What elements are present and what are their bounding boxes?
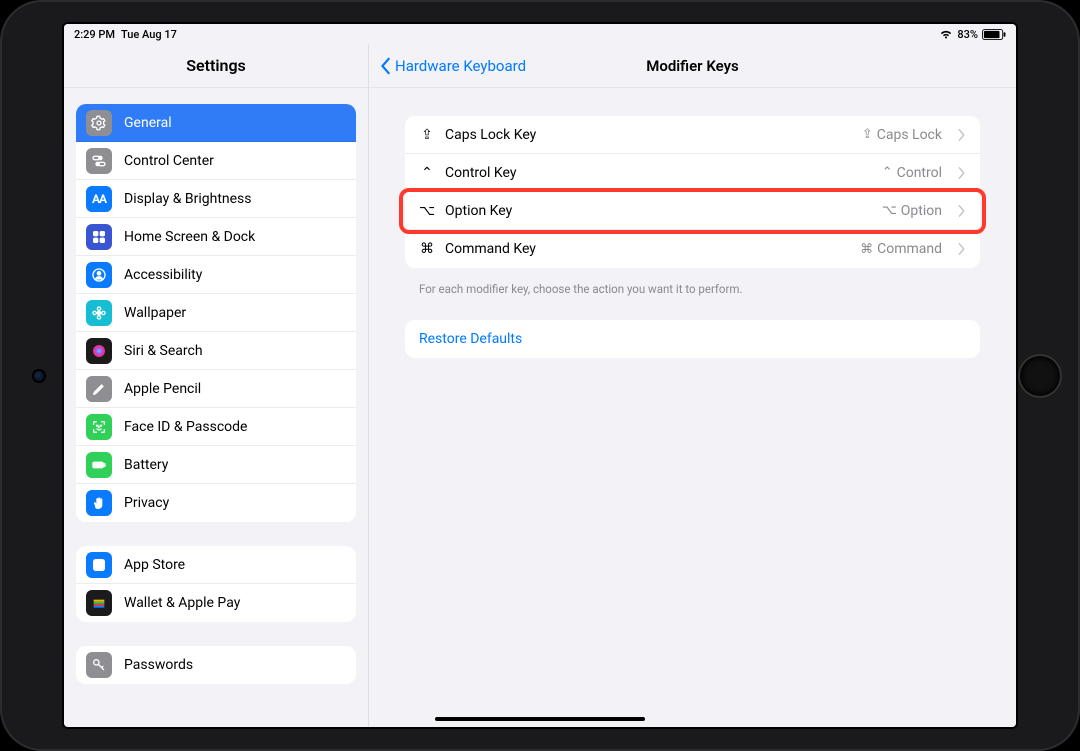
sidebar-item-label: General <box>124 115 172 131</box>
chevron-right-icon <box>958 129 966 141</box>
pencil-icon <box>86 376 112 402</box>
front-camera <box>34 371 44 381</box>
list-footer-note: For each modifier key, choose the action… <box>405 276 980 296</box>
sidebar-item-label: Siri & Search <box>124 343 203 359</box>
settings-sidebar: Settings General Control Center AA Display … <box>64 44 369 727</box>
modifier-value: ⌥Option <box>882 203 942 219</box>
sidebar-item-general[interactable]: General <box>76 104 356 142</box>
modifier-row-command-key[interactable]: ⌘ Command Key ⌘Command <box>405 230 980 268</box>
sidebar-item-siri-search[interactable]: Siri & Search <box>76 332 356 370</box>
modifier-glyph-icon: ⌃ <box>419 165 435 181</box>
sidebar-item-label: Passwords <box>124 657 193 673</box>
sidebar-scroll[interactable]: General Control Center AA Display & Brightn… <box>64 88 368 727</box>
person-icon <box>86 262 112 288</box>
detail-header: Hardware Keyboard Modifier Keys <box>369 44 1016 88</box>
status-bar: 2:29 PM Tue Aug 17 83% <box>64 24 1016 44</box>
sidebar-item-label: Apple Pencil <box>124 381 201 397</box>
sidebar-item-label: Wallpaper <box>124 305 186 321</box>
status-date: Tue Aug 17 <box>121 28 177 41</box>
flower-icon <box>86 300 112 326</box>
modifier-glyph-icon: ⌘ <box>419 241 435 257</box>
sidebar-item-face-id-passcode[interactable]: Face ID & Passcode <box>76 408 356 446</box>
modifier-label: Caps Lock Key <box>445 127 536 143</box>
chevron-left-icon <box>379 57 393 75</box>
sidebar-group-3: Passwords <box>76 646 356 684</box>
siri-icon <box>86 338 112 364</box>
battery-icon <box>982 29 1006 40</box>
chevron-right-icon <box>958 243 966 255</box>
sidebar-item-label: Privacy <box>124 495 169 511</box>
sidebar-item-display-brightness[interactable]: AA Display & Brightness <box>76 180 356 218</box>
wifi-icon <box>939 29 953 40</box>
status-time: 2:29 PM <box>74 28 115 41</box>
back-button[interactable]: Hardware Keyboard <box>379 44 526 87</box>
sidebar-group-1: General Control Center AA Display & Brightn… <box>76 104 356 522</box>
screen: 2:29 PM Tue Aug 17 83% Settings General C… <box>64 24 1016 727</box>
modifier-row-option-key[interactable]: ⌥ Option Key ⌥Option <box>405 192 980 230</box>
sidebar-item-wallet-apple-pay[interactable]: Wallet & Apple Pay <box>76 584 356 622</box>
sidebar-item-label: Wallet & Apple Pay <box>124 595 240 611</box>
status-battery-text: 83% <box>957 28 978 41</box>
sidebar-item-passwords[interactable]: Passwords <box>76 646 356 684</box>
grid-icon <box>86 224 112 250</box>
sidebar-item-apple-pencil[interactable]: Apple Pencil <box>76 370 356 408</box>
switches-icon <box>86 148 112 174</box>
gear-icon <box>86 110 112 136</box>
battery-icon <box>86 452 112 478</box>
modifier-keys-list: ⇪ Caps Lock Key ⇪Caps Lock ⌃ Control Key… <box>405 116 980 268</box>
back-label: Hardware Keyboard <box>395 57 526 75</box>
modifier-label: Command Key <box>445 241 536 257</box>
sidebar-item-label: App Store <box>124 557 185 573</box>
modifier-row-control-key[interactable]: ⌃ Control Key ⌃Control <box>405 154 980 192</box>
detail-body[interactable]: ⇪ Caps Lock Key ⇪Caps Lock ⌃ Control Key… <box>369 88 1016 727</box>
modifier-value: ⇪Caps Lock <box>862 127 942 143</box>
sidebar-item-label: Home Screen & Dock <box>124 229 255 245</box>
modifier-row-caps-lock-key[interactable]: ⇪ Caps Lock Key ⇪Caps Lock <box>405 116 980 154</box>
chevron-right-icon <box>958 205 966 217</box>
sidebar-item-app-store[interactable]: App Store <box>76 546 356 584</box>
modifier-glyph-icon: ⌥ <box>419 203 435 219</box>
sidebar-item-privacy[interactable]: Privacy <box>76 484 356 522</box>
key-icon <box>86 652 112 678</box>
aa-icon: AA <box>86 186 112 212</box>
home-indicator[interactable] <box>435 717 645 721</box>
faceid-icon <box>86 414 112 440</box>
modifier-value: ⌘Command <box>860 241 942 257</box>
detail-pane: Hardware Keyboard Modifier Keys ⇪ Caps L… <box>369 44 1016 727</box>
sidebar-item-label: Accessibility <box>124 267 202 283</box>
sidebar-group-2: App Store Wallet & Apple Pay <box>76 546 356 622</box>
ipad-frame: 2:29 PM Tue Aug 17 83% Settings General C… <box>0 0 1080 751</box>
sidebar-item-wallpaper[interactable]: Wallpaper <box>76 294 356 332</box>
sidebar-item-label: Control Center <box>124 153 214 169</box>
modifier-value: ⌃Control <box>882 165 942 181</box>
sidebar-item-home-screen-dock[interactable]: Home Screen & Dock <box>76 218 356 256</box>
sidebar-item-control-center[interactable]: Control Center <box>76 142 356 180</box>
sidebar-item-label: Battery <box>124 457 168 473</box>
sidebar-item-battery[interactable]: Battery <box>76 446 356 484</box>
wallet-icon <box>86 590 112 616</box>
hand-icon <box>86 490 112 516</box>
restore-defaults-label: Restore Defaults <box>419 331 522 347</box>
chevron-right-icon <box>958 167 966 179</box>
sidebar-item-label: Face ID & Passcode <box>124 419 247 435</box>
appstore-icon <box>86 552 112 578</box>
sidebar-title: Settings <box>64 44 368 88</box>
modifier-glyph-icon: ⇪ <box>419 127 435 143</box>
modifier-label: Control Key <box>445 165 516 181</box>
modifier-label: Option Key <box>445 203 512 219</box>
home-button[interactable] <box>1018 354 1062 398</box>
restore-defaults-button[interactable]: Restore Defaults <box>405 320 980 358</box>
detail-title: Modifier Keys <box>646 57 739 75</box>
sidebar-item-label: Display & Brightness <box>124 191 252 207</box>
sidebar-item-accessibility[interactable]: Accessibility <box>76 256 356 294</box>
